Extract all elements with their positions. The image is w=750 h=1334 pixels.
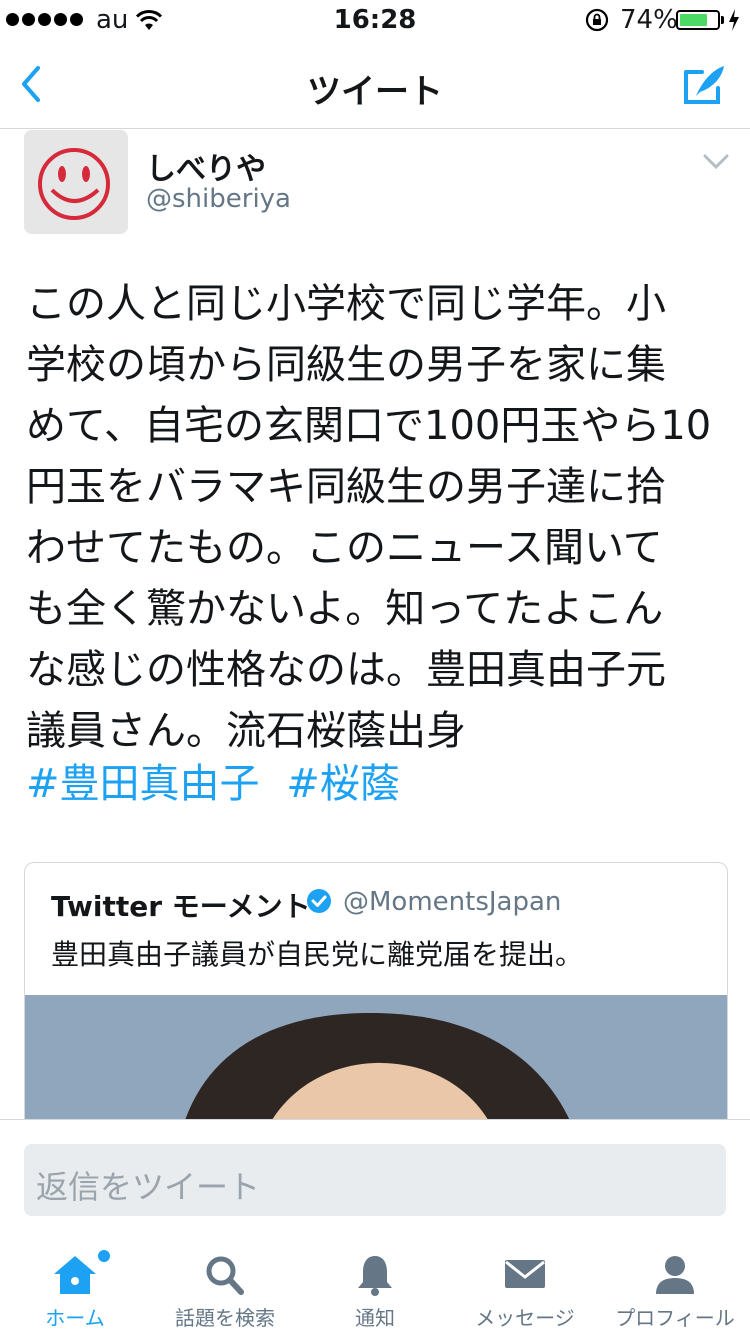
tab-notifications[interactable]: 通知 xyxy=(300,1234,450,1334)
tweet-text: この人と同じ小学校で同じ学年。小 学校の頃から同級生の男子を家に集 めて、自宅の… xyxy=(26,274,738,762)
charging-bolt-icon xyxy=(729,9,739,31)
tab-label: メッセージ xyxy=(475,1306,575,1330)
avatar[interactable] xyxy=(24,130,128,234)
status-bar: au 16:28 74% xyxy=(0,0,750,40)
verified-badge-icon xyxy=(307,889,331,913)
tab-messages[interactable]: メッセージ xyxy=(450,1234,600,1334)
tweet-text-line: 議員さん。流石桜蔭出身 xyxy=(26,708,466,754)
rotation-lock-icon xyxy=(585,8,609,32)
battery-level xyxy=(680,14,707,26)
hashtag-link[interactable]: #桜蔭 xyxy=(286,761,400,807)
search-icon xyxy=(206,1256,244,1295)
hashtag-link[interactable]: #豊田真由子 xyxy=(26,761,260,807)
tab-profile[interactable]: プロフィール xyxy=(600,1234,750,1334)
notification-dot xyxy=(96,1248,112,1264)
envelope-icon xyxy=(505,1260,545,1288)
quoted-tweet-author-handle: @MomentsJapan xyxy=(343,887,562,917)
tweet-text-line: 学校の頃から同級生の男子を家に集 xyxy=(26,342,666,388)
tweet-author-name[interactable]: しべりや xyxy=(146,144,266,188)
smiley-face-icon xyxy=(24,130,128,234)
tweet-text-line: な感じの性格なのは。豊田真由子元 xyxy=(26,647,666,693)
reply-placeholder: 返信をツイート xyxy=(36,1168,261,1206)
home-icon xyxy=(54,1256,96,1294)
reply-bar: 返信をツイート xyxy=(0,1119,750,1235)
compose-tweet-icon[interactable] xyxy=(682,62,728,106)
tweet-text-line: めて、自宅の玄関口で100円玉やら10 xyxy=(26,403,712,449)
tab-label: ホーム xyxy=(45,1306,105,1330)
tweet-text-line: わせてたもの。このニュース聞いて xyxy=(26,525,663,571)
quoted-tweet-text: 豊田真由子議員が自民党に離党届を提出。 xyxy=(51,938,584,971)
tweet-text-line: この人と同じ小学校で同じ学年。小 xyxy=(26,281,666,327)
battery-percentage: 74% xyxy=(620,5,678,35)
tab-search[interactable]: 話題を検索 xyxy=(150,1234,300,1334)
battery-tip xyxy=(721,16,724,24)
tab-label: 通知 xyxy=(355,1306,395,1330)
tab-label: 話題を検索 xyxy=(175,1306,275,1330)
page-title: ツイート xyxy=(307,72,443,112)
reply-input[interactable]: 返信をツイート xyxy=(24,1144,726,1216)
hashtag-list: #豊田真由子 #桜蔭 xyxy=(26,754,414,815)
battery-icon xyxy=(676,10,720,30)
tweet-author-handle[interactable]: @shiberiya xyxy=(146,184,291,214)
person-icon xyxy=(656,1256,694,1294)
quoted-tweet-author-name: Twitter モーメント xyxy=(51,890,311,923)
bell-icon xyxy=(358,1256,392,1296)
tab-home[interactable]: ホーム xyxy=(0,1234,150,1334)
chevron-down-icon[interactable] xyxy=(703,154,729,170)
navigation-bar: ツイート xyxy=(0,40,750,129)
tweet-text-line: 円玉をバラマキ同級生の男子達に拾 xyxy=(26,464,666,510)
tab-bar: ホーム 話題を検索 通知 メッセージ プロフィール xyxy=(0,1234,750,1334)
tweet-text-line: も全く驚かないよ。知ってたよこん xyxy=(26,586,664,632)
tab-label: プロフィール xyxy=(615,1306,735,1330)
